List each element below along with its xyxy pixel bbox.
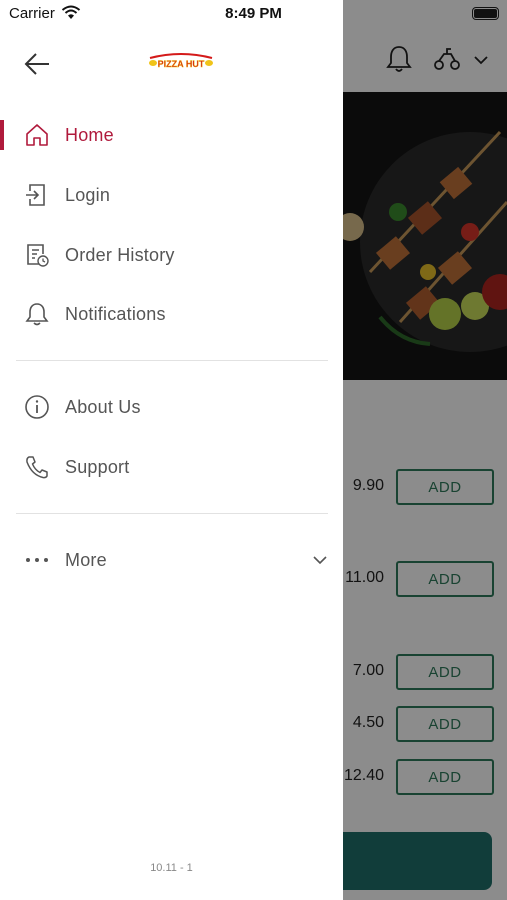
divider <box>16 513 328 514</box>
menu-item-about-us[interactable]: About Us <box>0 385 343 429</box>
menu-item-label: Support <box>65 456 130 477</box>
menu-item-order-history[interactable]: Order History <box>0 233 343 277</box>
menu-item-label: More <box>65 549 107 570</box>
more-dots-icon <box>26 558 48 562</box>
menu-item-label: Order History <box>65 244 175 265</box>
menu-item-login[interactable]: Login <box>0 173 343 217</box>
menu-item-notifications[interactable]: Notifications <box>0 292 343 336</box>
bell-icon <box>25 303 49 326</box>
chevron-down-icon <box>313 556 327 565</box>
info-icon <box>25 395 49 419</box>
logo-text: PIZZA HUT <box>158 59 205 69</box>
back-arrow-icon[interactable] <box>22 50 52 78</box>
clock: 8:49 PM <box>225 5 282 22</box>
app-version: 10.11 - 1 <box>150 862 193 874</box>
menu-item-label: Login <box>65 184 111 205</box>
home-icon <box>26 124 48 146</box>
order-history-icon <box>27 244 49 267</box>
navigation-drawer: PIZZA HUT Home Login Order History Notif… <box>0 0 343 900</box>
login-icon <box>26 184 45 206</box>
brand-logo: PIZZA HUT <box>149 53 213 69</box>
menu-item-home[interactable]: Home <box>0 113 343 157</box>
battery-icon <box>472 7 499 20</box>
menu-item-label: About Us <box>65 396 141 417</box>
phone-icon <box>26 456 48 479</box>
menu-item-more[interactable]: More <box>0 538 343 582</box>
menu-item-support[interactable]: Support <box>0 445 343 489</box>
status-bar: Carrier 8:49 PM <box>0 0 507 28</box>
menu-item-label: Notifications <box>65 303 166 324</box>
menu-item-label: Home <box>65 124 114 145</box>
divider <box>16 360 328 361</box>
